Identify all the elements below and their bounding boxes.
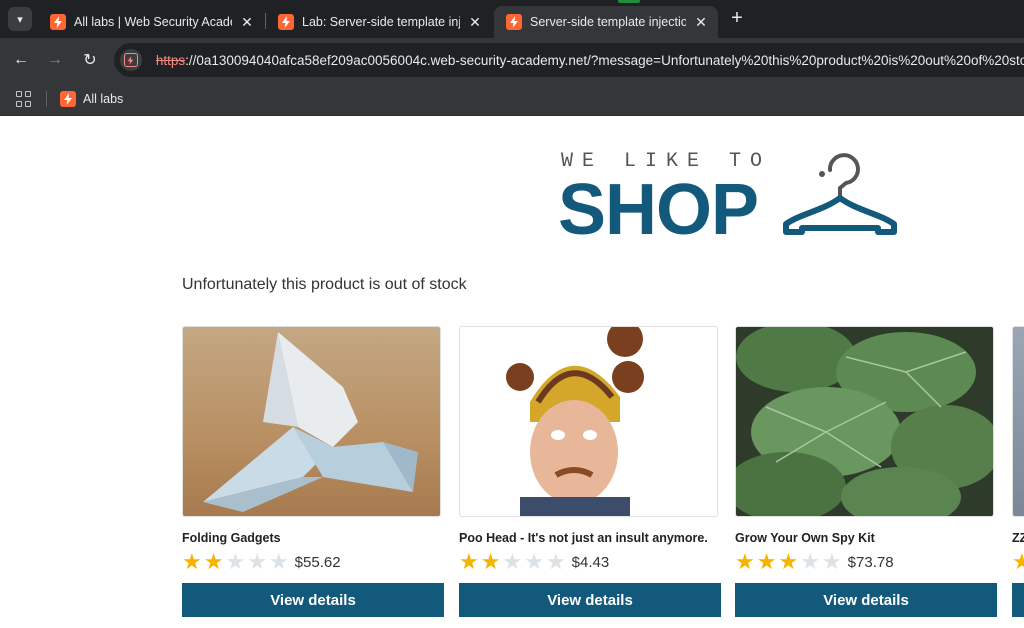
forward-arrow-icon[interactable]: → xyxy=(43,48,67,72)
product-price: $4.43 xyxy=(571,553,610,571)
view-details-button[interactable] xyxy=(1012,583,1024,617)
back-arrow-icon[interactable]: ← xyxy=(9,48,33,72)
star-filled-icon: ★ xyxy=(182,549,202,574)
star-empty-icon: ★ xyxy=(225,549,246,574)
star-rating: ★ ★ ★ ★ ★ xyxy=(459,551,568,573)
portswigger-favicon-icon xyxy=(50,14,66,30)
url-text[interactable]: https://0a130094040afca58ef209ac0056004c… xyxy=(156,53,1024,68)
page-content: WE LIKE TO SHOP Unfortunately this produ… xyxy=(0,116,1024,628)
site-info-icon[interactable] xyxy=(120,49,142,71)
product-rating: ★ ★ ★ ★ ★ $55.62 xyxy=(182,551,444,573)
star-filled-icon: ★ xyxy=(480,549,501,574)
close-tab-icon[interactable]: ✕ xyxy=(692,13,710,31)
tab-bar: ▾ All labs | Web Security Academy ✕ Lab:… xyxy=(0,0,1024,38)
shop-logo[interactable]: WE LIKE TO SHOP xyxy=(558,146,898,250)
url-path: ://0a130094040afca58ef209ac0056004c.web-… xyxy=(185,52,1024,68)
star-rating: ★ ★ ★ ★ ★ xyxy=(735,551,844,573)
tab-all-labs[interactable]: All labs | Web Security Academy ✕ xyxy=(38,6,264,38)
portswigger-favicon-icon xyxy=(506,14,522,30)
star-filled-icon: ★ xyxy=(778,549,799,574)
tab-title: All labs | Web Security Academy xyxy=(74,15,232,29)
close-tab-icon[interactable]: ✕ xyxy=(466,13,484,31)
status-message: Unfortunately this product is out of sto… xyxy=(182,276,467,293)
product-grid: Folding Gadgets ★ ★ ★ ★ ★ $55.62 View de… xyxy=(182,326,1024,628)
address-bar[interactable]: https://0a130094040afca58ef209ac0056004c… xyxy=(114,43,1024,77)
product-rating: ★ ★ ★ ★ ★ $73.78 xyxy=(735,551,997,573)
tab-title: Lab: Server-side template inject xyxy=(302,15,460,29)
star-empty-icon: ★ xyxy=(247,549,267,574)
product-card: Poo Head - It's not just an insult anymo… xyxy=(459,326,721,617)
star-empty-icon: ★ xyxy=(268,549,289,574)
product-name: Folding Gadgets xyxy=(182,531,281,545)
star-filled-icon: ★ xyxy=(756,549,777,574)
bookmark-all-labs[interactable]: All labs xyxy=(60,89,123,109)
product-rating: ★ xyxy=(1012,551,1024,573)
bookmark-label: All labs xyxy=(83,92,124,106)
star-empty-icon: ★ xyxy=(524,549,544,574)
product-card: Grow Your Own Spy Kit ★ ★ ★ ★ ★ $73.78 V… xyxy=(735,326,997,617)
portswigger-favicon-icon xyxy=(60,91,76,107)
star-filled-icon: ★ xyxy=(459,549,479,574)
product-card: ZZ ★ xyxy=(1012,326,1024,617)
star-filled-icon: ★ xyxy=(735,549,755,574)
product-image-partial xyxy=(1012,326,1024,517)
tab-title: Server-side template injection in xyxy=(530,15,686,29)
product-price: $73.78 xyxy=(847,553,894,571)
browser-toolbar: ← → ↻ https://0a130094040afca58ef209ac00… xyxy=(0,38,1024,82)
product-name: ZZ xyxy=(1012,531,1024,545)
product-image-folding-gadgets xyxy=(182,326,441,517)
product-image-spy-kit xyxy=(735,326,994,517)
bookmark-divider xyxy=(46,91,47,107)
hanger-icon xyxy=(783,153,897,235)
view-details-button[interactable]: View details xyxy=(182,583,444,617)
apps-grid-icon[interactable] xyxy=(16,91,32,107)
product-price: $55.62 xyxy=(294,553,341,571)
tab-search-chevron-icon[interactable]: ▾ xyxy=(8,7,32,31)
new-tab-plus-icon[interactable]: + xyxy=(726,8,748,30)
star-rating: ★ ★ ★ ★ ★ xyxy=(182,551,291,573)
star-empty-icon: ★ xyxy=(545,549,566,574)
star-rating: ★ xyxy=(1012,551,1024,573)
view-details-button[interactable]: View details xyxy=(459,583,721,617)
product-name: Poo Head - It's not just an insult anymo… xyxy=(459,531,708,545)
reload-icon[interactable]: ↻ xyxy=(78,48,102,72)
star-empty-icon: ★ xyxy=(800,549,820,574)
view-details-button[interactable]: View details xyxy=(735,583,997,617)
star-empty-icon: ★ xyxy=(821,549,842,574)
product-rating: ★ ★ ★ ★ ★ $4.43 xyxy=(459,551,721,573)
url-protocol: https xyxy=(155,52,186,68)
product-name: Grow Your Own Spy Kit xyxy=(735,531,875,545)
star-empty-icon: ★ xyxy=(502,549,523,574)
product-image-poo-head xyxy=(459,326,718,517)
bookmarks-bar: All labs xyxy=(0,82,1024,116)
star-filled-icon: ★ xyxy=(1012,549,1024,574)
logo-wordmark: SHOP xyxy=(558,170,759,250)
portswigger-favicon-icon xyxy=(278,14,294,30)
star-filled-icon: ★ xyxy=(203,549,224,574)
tab-ssti-active[interactable]: Server-side template injection in ✕ xyxy=(494,6,718,38)
tab-group-indicator xyxy=(618,0,640,3)
product-card: Folding Gadgets ★ ★ ★ ★ ★ $55.62 View de… xyxy=(182,326,444,617)
close-tab-icon[interactable]: ✕ xyxy=(238,13,256,31)
tab-lab-ssti[interactable]: Lab: Server-side template inject ✕ xyxy=(266,6,492,38)
